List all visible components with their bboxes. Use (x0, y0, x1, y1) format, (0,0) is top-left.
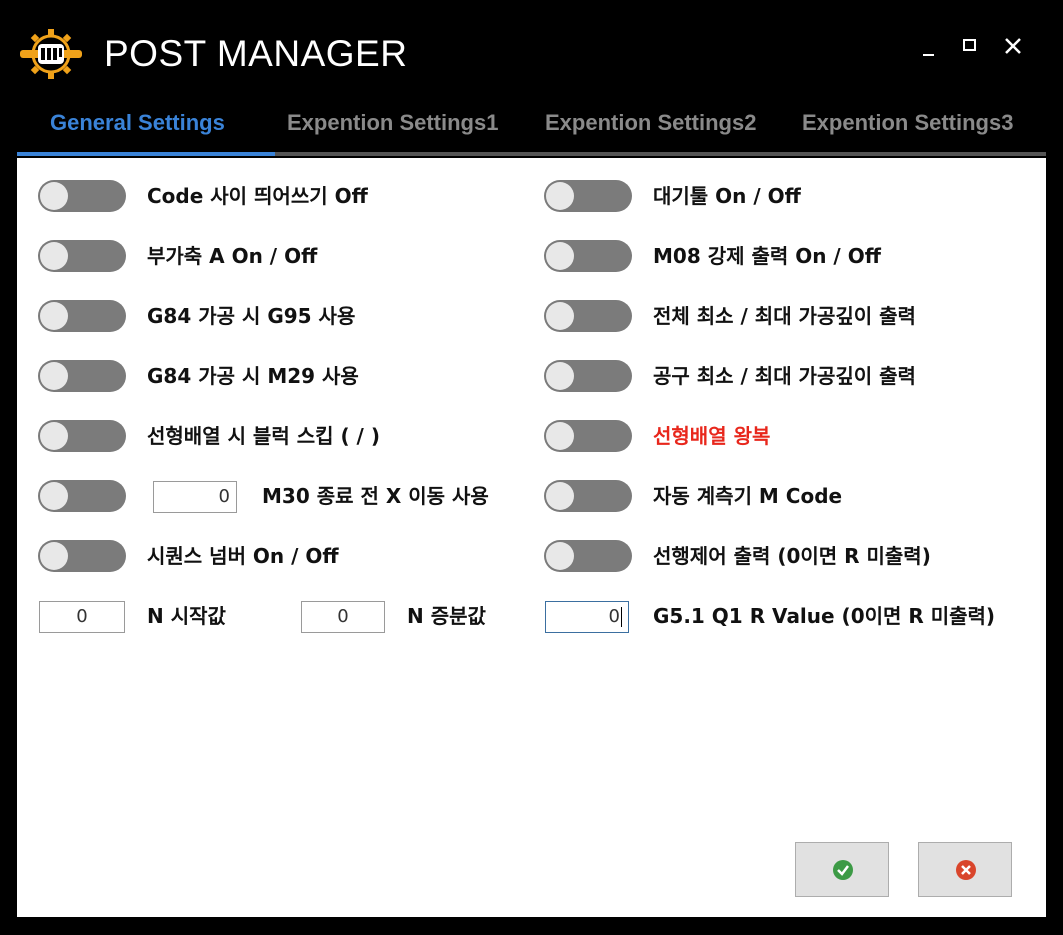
toggle-sequence-number[interactable] (38, 540, 126, 572)
tab-expention-settings3[interactable]: Expention Settings3 (802, 110, 1013, 136)
maximize-button[interactable] (955, 34, 985, 62)
label-g84-g95: G84 가공 시 G95 사용 (147, 304, 356, 328)
toggle-g84-g95[interactable] (38, 300, 126, 332)
label-standby-tool: 대기툴 On / Off (653, 184, 801, 208)
label-code-spacing: Code 사이 띄어쓰기 Off (147, 184, 368, 208)
m30-x-move-input[interactable]: 0 (153, 481, 237, 513)
tab-general-settings[interactable]: General Settings (50, 110, 225, 136)
x-circle-icon (956, 860, 976, 880)
toggle-total-depth[interactable] (544, 300, 632, 332)
toggle-lookahead[interactable] (544, 540, 632, 572)
settings-panel: Code 사이 띄어쓰기 Off 부가축 A On / Off G84 가공 시… (17, 158, 1046, 917)
label-m08-force: M08 강제 출력 On / Off (653, 244, 881, 268)
label-g84-m29: G84 가공 시 M29 사용 (147, 364, 359, 388)
label-block-skip: 선형배열 시 블럭 스킵 ( / ) (147, 424, 380, 448)
g51-q1-value: 0 (608, 606, 620, 627)
ok-button[interactable] (795, 842, 889, 897)
tab-expention-settings1[interactable]: Expention Settings1 (287, 110, 498, 136)
toggle-m30-x-move[interactable] (38, 480, 126, 512)
toggle-g84-m29[interactable] (38, 360, 126, 392)
label-m30-x-move: M30 종료 전 X 이동 사용 (262, 484, 489, 508)
app-title: POST MANAGER (104, 33, 408, 74)
label-n-start: N 시작값 (147, 604, 226, 628)
cancel-button[interactable] (918, 842, 1012, 897)
label-sequence-number: 시퀀스 넘버 On / Off (147, 544, 339, 568)
app-window: POST MANAGER General Settings Expention … (0, 0, 1063, 935)
minimize-button[interactable] (915, 34, 945, 62)
tab-bar: General Settings Expention Settings1 Exp… (17, 98, 1046, 156)
toggle-axis-a[interactable] (38, 240, 126, 272)
toggle-code-spacing[interactable] (38, 180, 126, 212)
close-icon (1005, 38, 1021, 54)
label-auto-probe: 자동 계측기 M Code (653, 484, 843, 508)
label-linear-array-return: 선형배열 왕복 (653, 424, 771, 448)
toggle-standby-tool[interactable] (544, 180, 632, 212)
label-g51-q1: G5.1 Q1 R Value (0이면 R 미출력) (653, 604, 996, 628)
toggle-block-skip[interactable] (38, 420, 126, 452)
toggle-m08-force[interactable] (544, 240, 632, 272)
label-tool-depth: 공구 최소 / 최대 가공깊이 출력 (653, 364, 916, 388)
label-total-depth: 전체 최소 / 최대 가공깊이 출력 (653, 304, 916, 328)
label-lookahead: 선행제어 출력 (0이면 R 미출력) (653, 544, 931, 568)
label-n-increment: N 증분값 (407, 604, 486, 628)
g51-q1-input[interactable]: 0 (545, 601, 629, 633)
active-tab-indicator (17, 152, 275, 156)
close-button[interactable] (998, 34, 1028, 62)
toggle-linear-array-return[interactable] (544, 420, 632, 452)
n-start-input[interactable]: 0 (39, 601, 125, 633)
text-caret (621, 607, 622, 627)
logo-icon (20, 29, 82, 79)
check-circle-icon (833, 860, 853, 880)
n-increment-input[interactable]: 0 (301, 601, 385, 633)
label-axis-a: 부가축 A On / Off (147, 244, 318, 268)
tab-underline (17, 152, 1046, 156)
toggle-tool-depth[interactable] (544, 360, 632, 392)
toggle-auto-probe[interactable] (544, 480, 632, 512)
tab-expention-settings2[interactable]: Expention Settings2 (545, 110, 756, 136)
